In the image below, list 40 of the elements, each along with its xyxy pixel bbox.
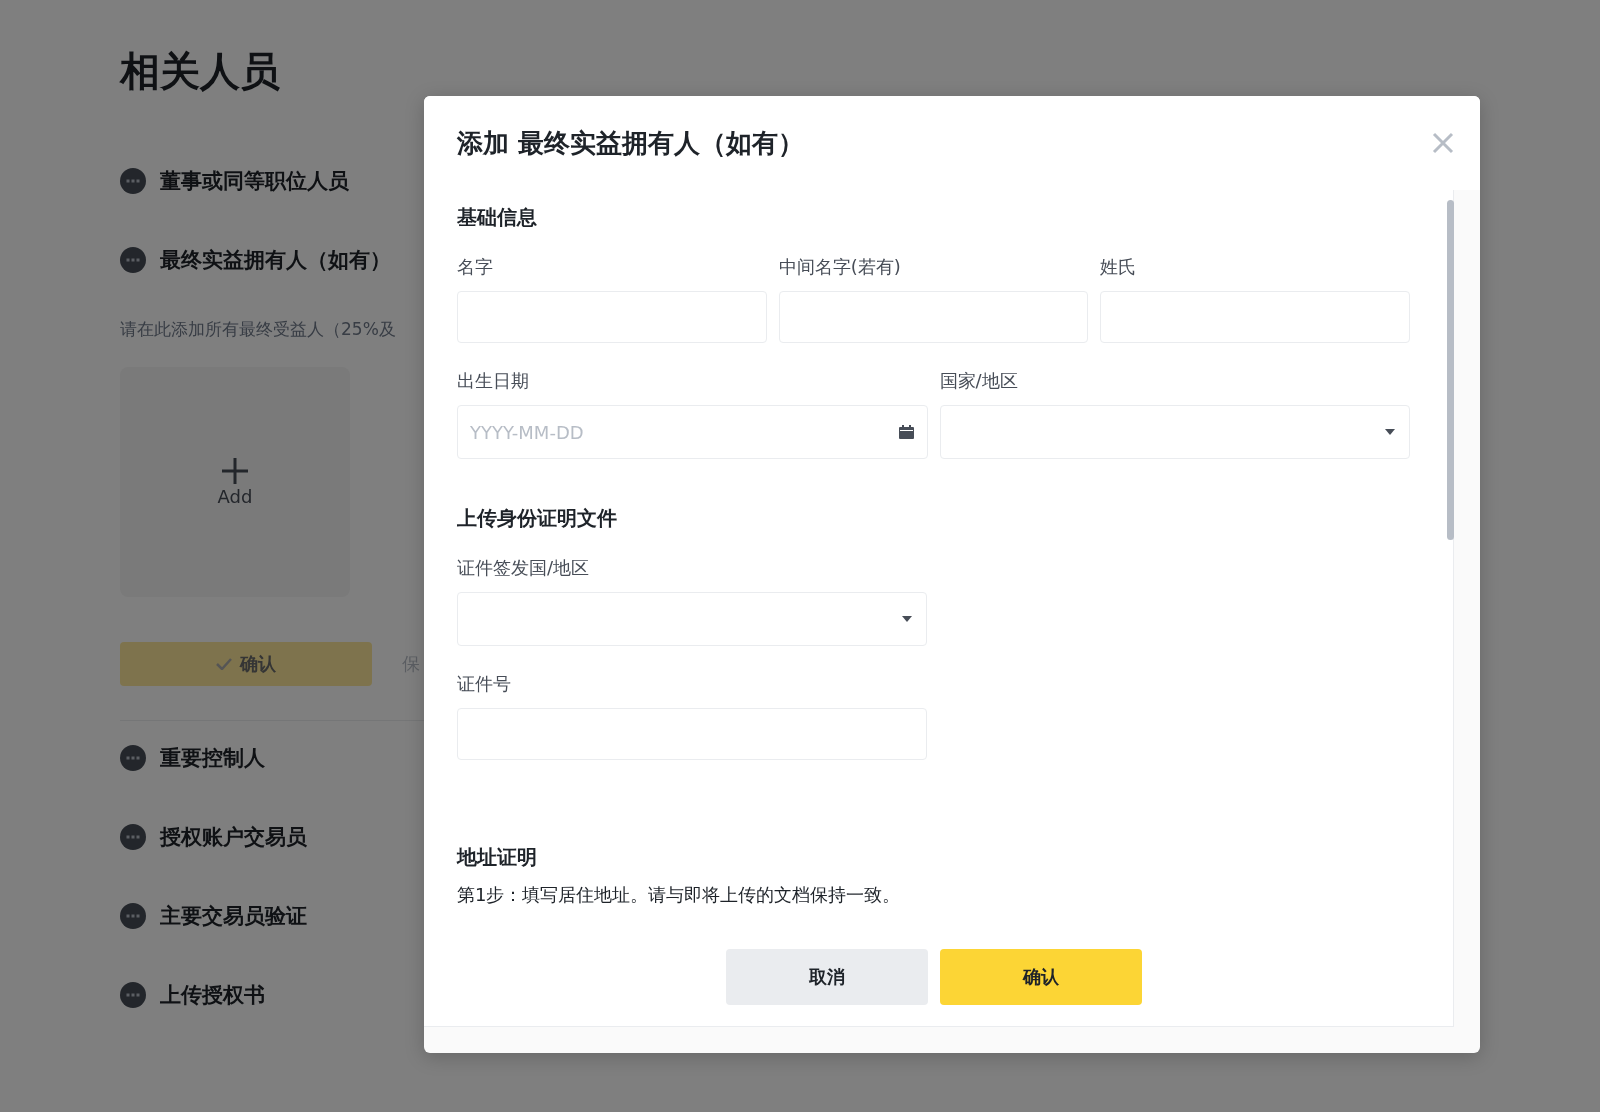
more-icon bbox=[120, 824, 146, 850]
more-icon bbox=[120, 247, 146, 273]
section-title: 基础信息 bbox=[457, 204, 538, 231]
section-title: 地址证明 bbox=[457, 844, 538, 871]
field-label: 出生日期 bbox=[457, 369, 530, 393]
close-icon[interactable] bbox=[1432, 132, 1454, 154]
field-label: 姓氏 bbox=[1100, 255, 1138, 279]
check-icon bbox=[216, 658, 232, 670]
scrollbar-thumb[interactable] bbox=[1447, 200, 1454, 540]
caret-down-icon bbox=[1385, 429, 1395, 435]
more-icon bbox=[120, 903, 146, 929]
more-icon bbox=[120, 168, 146, 194]
field-label: 国家/地区 bbox=[939, 369, 1019, 393]
section-title: 上传身份证明文件 bbox=[457, 505, 618, 532]
caret-down-icon bbox=[902, 616, 912, 622]
plus-icon bbox=[222, 457, 248, 484]
add-card[interactable]: Add bbox=[120, 367, 350, 597]
add-label: Add bbox=[217, 485, 253, 507]
cancel-button[interactable]: 取消 bbox=[725, 949, 928, 1005]
more-icon bbox=[120, 982, 146, 1008]
step-label: 上传授权书 bbox=[160, 982, 265, 1009]
date-field[interactable]: YYYY-MM-DD bbox=[457, 405, 928, 459]
more-icon bbox=[120, 745, 146, 771]
page-title: 相关人员 bbox=[120, 47, 281, 96]
field-label: 名字 bbox=[457, 255, 494, 279]
select-field[interactable] bbox=[457, 592, 927, 646]
field-label: 证件号 bbox=[457, 672, 512, 696]
select-field[interactable] bbox=[939, 405, 1410, 459]
confirm-button[interactable]: 确认 bbox=[939, 949, 1142, 1005]
step-note: 第1步：填写居住地址。请与即将上传的文档保持一致。 bbox=[457, 883, 902, 907]
dialog-title: 添加 最终实益拥有人（如有） bbox=[457, 126, 805, 160]
step-label: 最终实益拥有人（如有） bbox=[160, 247, 391, 274]
field-label: 中间名字(若有) bbox=[778, 255, 902, 279]
confirm-button[interactable]: 确认 bbox=[120, 642, 372, 686]
step-label: 重要控制人 bbox=[160, 745, 265, 772]
step-label: 授权账户交易员 bbox=[160, 824, 307, 851]
step-label: 董事或同等职位人员 bbox=[160, 168, 349, 195]
step-label: 主要交易员验证 bbox=[160, 903, 307, 930]
description-text: 请在此添加所有最终受益人（25%及 bbox=[120, 318, 397, 341]
field-label: 证件签发国/地区 bbox=[457, 556, 591, 580]
